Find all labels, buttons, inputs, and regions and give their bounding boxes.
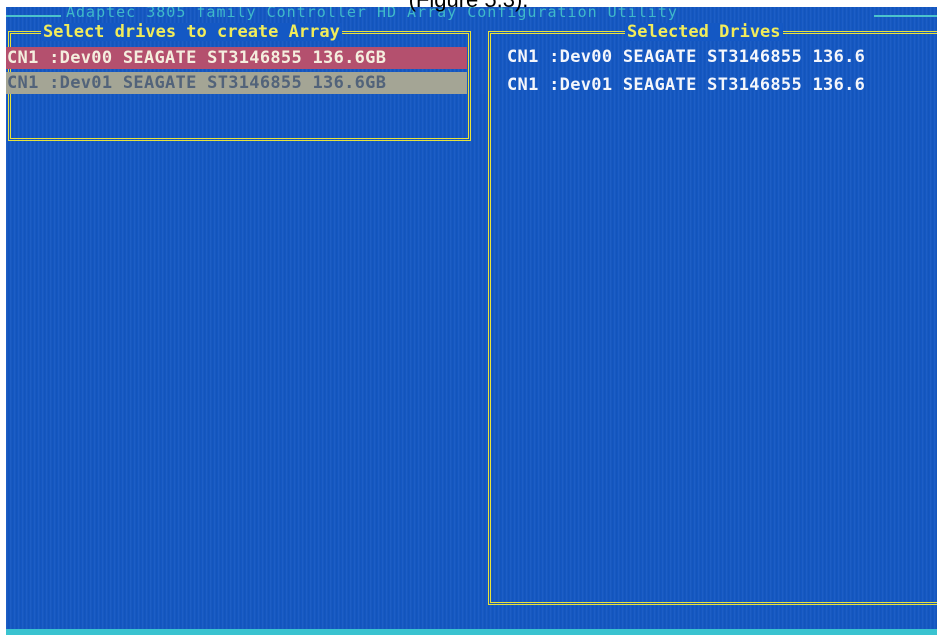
- select-drives-panel-title: Select drives to create Array: [41, 22, 342, 42]
- title-rule-left: [6, 15, 61, 17]
- bios-screen: Adaptec 3805 family Controller HD Array …: [6, 7, 937, 635]
- selected-drives-panel: Selected Drives CN1 :Dev00 SEAGATE ST314…: [488, 23, 937, 605]
- bottom-status-strip: [6, 629, 937, 635]
- drive-row-dev00[interactable]: CN1 :Dev00 SEAGATE ST3146855 136.6GB: [6, 47, 467, 69]
- selected-drive-row-dev00: CN1 :Dev00 SEAGATE ST3146855 136.6: [507, 47, 866, 67]
- figure-caption: (Figure 5.3).: [0, 0, 937, 12]
- drive-row-dev01[interactable]: CN1 :Dev01 SEAGATE ST3146855 136.6GB: [6, 72, 467, 94]
- selected-drive-row-dev01: CN1 :Dev01 SEAGATE ST3146855 136.6: [507, 75, 866, 95]
- selected-drives-panel-title: Selected Drives: [625, 22, 783, 42]
- title-rule-right: [874, 15, 937, 17]
- select-drives-panel: Select drives to create Array CN1 :Dev00…: [6, 23, 471, 141]
